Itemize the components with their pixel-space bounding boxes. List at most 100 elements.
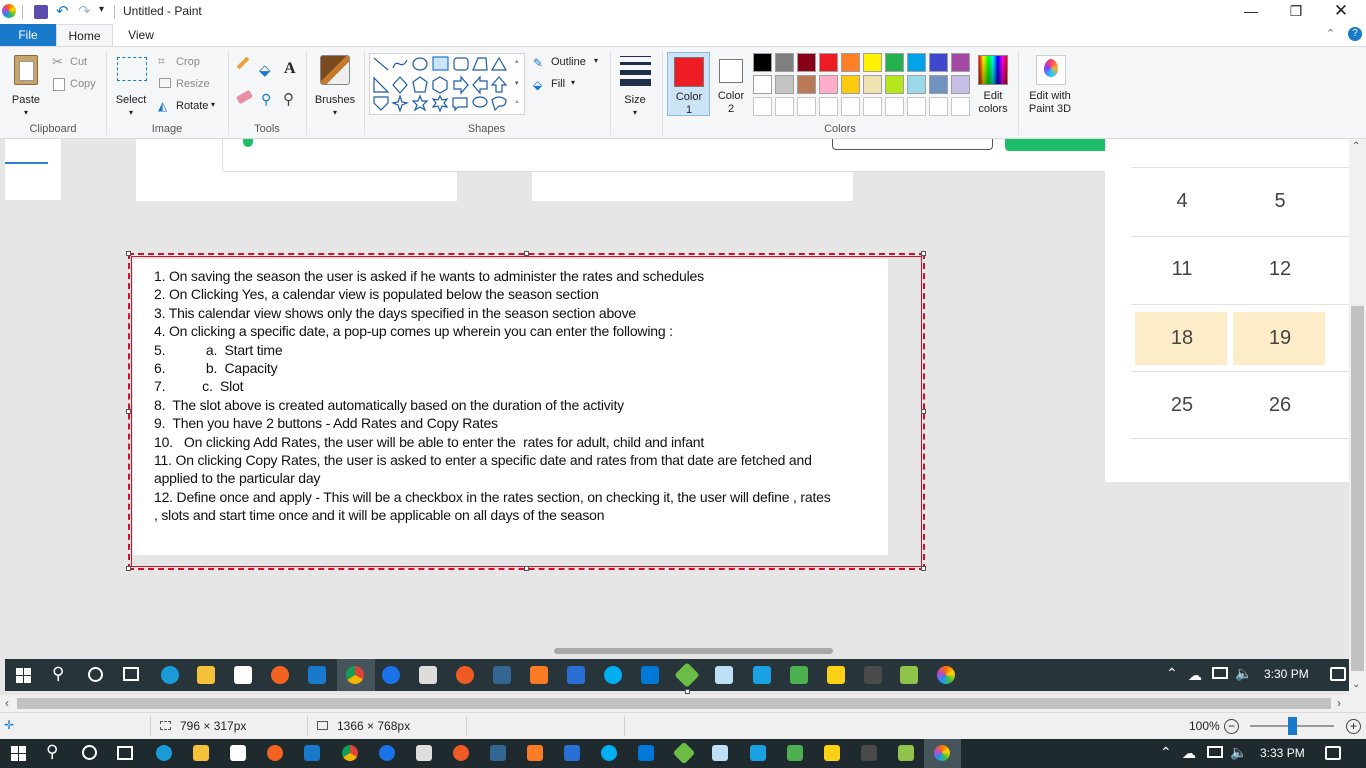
fill-bucket-icon[interactable]: ⬙ <box>259 61 271 79</box>
postman-taskbar-icon[interactable] <box>453 745 469 761</box>
palette-swatch[interactable] <box>753 75 772 94</box>
select-dropdown-icon[interactable]: ▾ <box>112 106 150 119</box>
select-button[interactable]: Select ▾ <box>112 51 150 117</box>
palette-swatch[interactable] <box>885 53 904 72</box>
shapes-scroll-down-icon[interactable]: ▾ <box>515 79 519 87</box>
palette-swatch[interactable] <box>885 75 904 94</box>
palette-swatch[interactable] <box>841 97 860 116</box>
palette-swatch[interactable] <box>841 75 860 94</box>
help-icon[interactable]: ? <box>1348 27 1362 41</box>
tray-volume-icon[interactable]: 🔈 <box>1230 744 1247 761</box>
selection-handle[interactable] <box>126 409 131 414</box>
tray-onedrive-icon[interactable]: ☁ <box>1182 745 1196 762</box>
pgadmin-taskbar-icon[interactable] <box>490 745 506 761</box>
palette-swatch[interactable] <box>951 97 970 116</box>
skype-taskbar-icon[interactable] <box>601 745 617 761</box>
palette-swatch[interactable] <box>775 53 794 72</box>
palette-swatch[interactable] <box>907 53 926 72</box>
shapes-scroll-up-icon[interactable]: ▴ <box>515 57 519 65</box>
palette-swatch[interactable] <box>929 75 948 94</box>
palette-swatch[interactable] <box>797 97 816 116</box>
scroll-right-arrow-icon[interactable]: › <box>1337 696 1341 710</box>
shapes-expand-icon[interactable]: ⩡ <box>515 99 519 107</box>
resize-button[interactable]: Resize <box>176 78 210 90</box>
scroll-up-arrow-icon[interactable]: ⌃ <box>1352 141 1360 152</box>
minimize-button[interactable]: — <box>1228 0 1274 24</box>
palette-swatch[interactable] <box>929 97 948 116</box>
sticky-notes-taskbar-icon[interactable] <box>824 745 840 761</box>
collapse-ribbon-icon[interactable]: ⌃ <box>1326 27 1335 40</box>
restore-button[interactable]: ❐ <box>1273 0 1319 24</box>
rotate-button[interactable]: Rotate <box>176 100 208 112</box>
network-map-taskbar-icon[interactable] <box>787 745 803 761</box>
system-clock[interactable]: 3:33 PM <box>1260 746 1305 760</box>
task-view-button[interactable] <box>117 746 133 760</box>
scroll-left-arrow-icon[interactable]: ‹ <box>5 696 9 710</box>
edge-taskbar-icon[interactable] <box>156 745 172 761</box>
eraser-icon[interactable] <box>236 89 253 105</box>
palette-swatch[interactable] <box>775 75 794 94</box>
cut-button[interactable]: Cut <box>70 56 87 68</box>
horizontal-scroll-thumb[interactable] <box>17 698 1331 709</box>
palette-swatch[interactable] <box>863 97 882 116</box>
selection-handle[interactable] <box>921 409 926 414</box>
tab-home[interactable]: Home <box>56 24 113 46</box>
text-icon[interactable]: A <box>284 60 296 78</box>
brushes-button[interactable]: Brushes ▾ <box>312 51 358 117</box>
magnifier-icon[interactable]: ⚲ <box>283 90 294 108</box>
notepadpp-taskbar-icon[interactable] <box>898 745 914 761</box>
paste-dropdown-icon[interactable]: ▾ <box>6 106 46 119</box>
file-explorer-taskbar-icon[interactable] <box>193 745 209 761</box>
scroll-down-arrow-icon[interactable]: ⌄ <box>1352 679 1360 690</box>
fill-button[interactable]: Fill <box>551 78 565 90</box>
vertical-scrollbar[interactable]: ⌃ ⌄ <box>1349 139 1366 695</box>
action-center-icon[interactable] <box>1325 746 1341 760</box>
selection-handle[interactable] <box>524 566 529 571</box>
close-button[interactable]: ✕ <box>1318 0 1364 24</box>
palette-swatch[interactable] <box>907 75 926 94</box>
edit-with-paint3d-button[interactable]: Edit with Paint 3D <box>1022 51 1078 117</box>
undo-icon[interactable]: ↶ <box>56 2 69 20</box>
selection-handle[interactable] <box>921 251 926 256</box>
palette-swatch[interactable] <box>819 97 838 116</box>
palette-swatch[interactable] <box>929 53 948 72</box>
palette-swatch[interactable] <box>951 53 970 72</box>
palette-swatch[interactable] <box>797 75 816 94</box>
chrome-taskbar-icon[interactable] <box>342 745 358 761</box>
network-app-taskbar-icon[interactable] <box>564 745 580 761</box>
canvas-workspace[interactable]: 4 5 11 12 18 19 25 26 1. On saving the s… <box>0 139 1349 695</box>
palette-swatch[interactable] <box>797 53 816 72</box>
color-picker-icon[interactable]: ⚲ <box>261 91 271 108</box>
palette-swatch[interactable] <box>951 75 970 94</box>
git-taskbar-icon[interactable] <box>672 741 696 765</box>
tab-view[interactable]: View <box>113 24 169 46</box>
palette-swatch[interactable] <box>907 97 926 116</box>
edit-colors-button[interactable]: Edit colors <box>974 51 1012 117</box>
horizontal-scrollbar[interactable]: ‹ › <box>0 695 1366 712</box>
paste-button[interactable]: Paste ▾ <box>6 51 46 117</box>
fill-dropdown-icon[interactable]: ▾ <box>571 78 575 87</box>
palette-swatch[interactable] <box>775 97 794 116</box>
palette-swatch[interactable] <box>819 75 838 94</box>
size-dropdown-icon[interactable]: ▾ <box>614 106 656 119</box>
remote-desktop-taskbar-icon[interactable] <box>750 745 766 761</box>
notepad-taskbar-icon[interactable] <box>712 745 728 761</box>
customize-quick-access-icon[interactable]: ▾ <box>99 4 104 15</box>
outline-dropdown-icon[interactable]: ▾ <box>594 56 598 65</box>
selection-handle[interactable] <box>126 566 131 571</box>
start-button[interactable] <box>11 746 26 761</box>
shapes-gallery[interactable] <box>369 53 525 115</box>
mail-taskbar-icon[interactable] <box>304 745 320 761</box>
color2-button[interactable]: Color 2 <box>711 52 751 116</box>
sublime-taskbar-icon[interactable] <box>861 745 877 761</box>
maps-taskbar-icon[interactable] <box>379 745 395 761</box>
tray-network-icon[interactable] <box>1207 746 1223 758</box>
palette-swatch[interactable] <box>841 53 860 72</box>
vscode-taskbar-icon[interactable] <box>638 745 654 761</box>
save-icon[interactable] <box>34 5 48 19</box>
crop-button[interactable]: Crop <box>176 56 200 68</box>
cortana-button[interactable] <box>82 745 97 760</box>
zoom-out-button[interactable]: − <box>1224 719 1239 734</box>
zoom-slider-thumb[interactable] <box>1288 717 1297 735</box>
firefox-taskbar-icon[interactable] <box>267 745 283 761</box>
